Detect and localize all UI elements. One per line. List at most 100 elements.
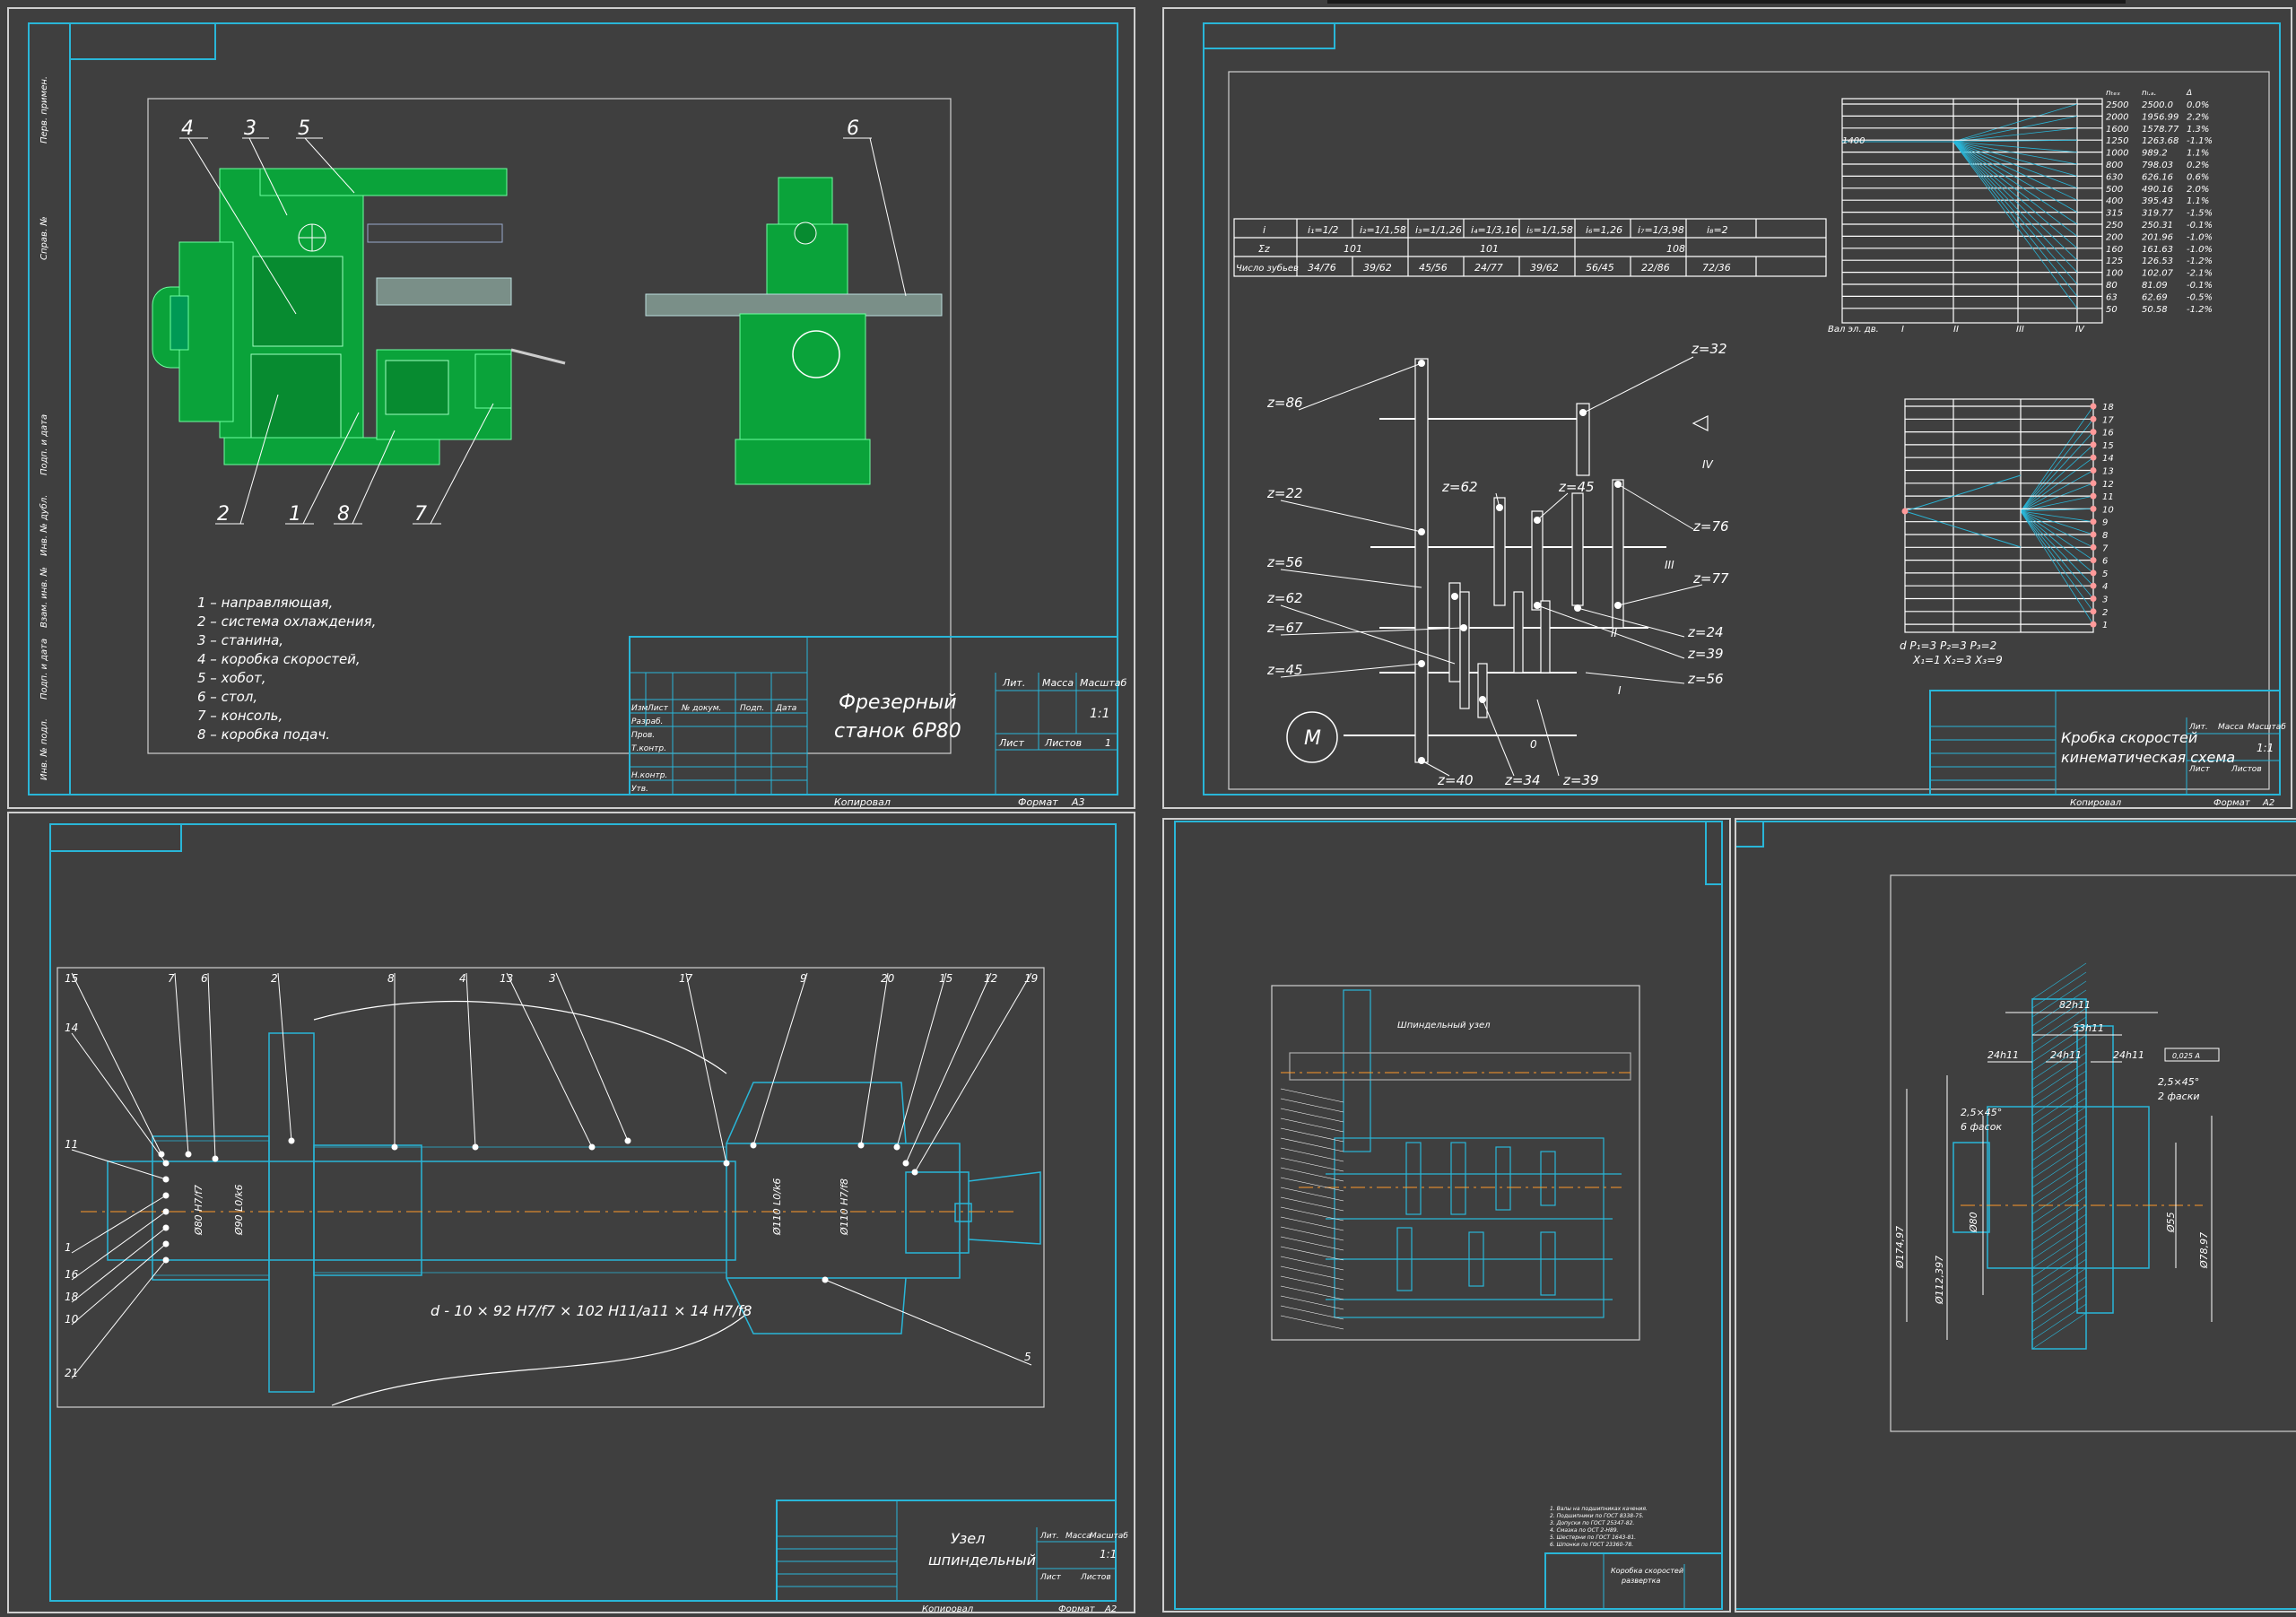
machine-side-view [645, 177, 943, 485]
structure-point [2090, 621, 2097, 628]
sheet1-drawing: Перв. примен. Справ. № Подп. и дата Инв.… [28, 22, 1126, 807]
speed-table-cell: 2.2% [2187, 112, 2209, 122]
structure-number: 16 [2102, 429, 2114, 439]
speed-table-cell: 630 [2106, 172, 2123, 182]
fit-formula: d - 10 × 92 H7/f7 × 102 H11/a11 × 14 H7/… [430, 1302, 752, 1319]
table-cell: 39/62 [1363, 262, 1392, 274]
dim-label: 82h11 [2059, 999, 2091, 1011]
callout-point [588, 1143, 596, 1151]
tb-scale: 1:1 [2257, 742, 2274, 754]
speed-table-cell: 160 [2106, 245, 2123, 255]
gear-label: z=62 [1266, 590, 1303, 606]
tb-scale: 1:1 [1100, 1548, 1117, 1560]
scheme-points [1418, 360, 1622, 764]
structure-number: 18 [2102, 403, 2114, 413]
sheet-milling-machine[interactable]: Перв. примен. Справ. № Подп. и дата Инв.… [7, 7, 1135, 809]
structure-ray [2020, 405, 2094, 512]
graph-ray [1952, 141, 2078, 249]
gear-label: z=77 [1692, 570, 1729, 587]
side-labels: Перв. примен. Справ. № Подп. и дата Инв.… [39, 76, 49, 780]
sheet-gear-part[interactable]: 82h11 53h11 24h11 24h11 24h11 2,5×45° 6 … [1735, 818, 2296, 1613]
table-cell: i [1263, 224, 1265, 236]
callout-point [162, 1256, 170, 1264]
dim-label: 2 фаски [2158, 1091, 2199, 1102]
hatch-line [2031, 1178, 2087, 1215]
structure-point [2090, 569, 2097, 577]
callout-point [212, 1155, 219, 1162]
formula: d P₁=3 P₂=3 P₃=2 [1900, 639, 1996, 652]
note: 5. Шестерни по ГОСТ 1643-81. [1550, 1534, 1636, 1541]
graph-shaft-label: Вал эл. дв. [1828, 325, 1879, 335]
hatch-line [2031, 1222, 2087, 1260]
structure-point [2090, 608, 2097, 615]
speed-table-cell: 250.31 [2142, 221, 2173, 230]
speed-table-cell: -1.1% [2187, 136, 2213, 146]
side-label: Справ. № [39, 216, 49, 260]
speed-table-cell: 395.43 [2142, 196, 2173, 206]
structure-point [2090, 505, 2097, 512]
shaft-label: 0 [1530, 738, 1537, 751]
speed-table-cell: 800 [2106, 161, 2123, 170]
table-cell: Число зубьев [1236, 263, 1299, 274]
sheet4-title: развертка [1621, 1577, 1660, 1585]
callout-line [824, 1279, 1032, 1366]
graph-ray [1952, 141, 2078, 285]
structure-number: 5 [2102, 569, 2108, 579]
table-cell: 34/76 [1308, 262, 1336, 274]
speed-table-cell: 2500 [2106, 100, 2128, 110]
shaft-label: I [1618, 684, 1622, 697]
sheet4-drawing: Шпиндельный узел 1. Валы на подшипниках … [1174, 821, 1723, 1610]
hatch-line [2031, 1204, 2087, 1242]
hatch-line [2031, 1079, 2087, 1117]
speed-table-cell: 200 [2106, 232, 2123, 242]
hatch-line [2031, 962, 2087, 1000]
structure-number: 14 [2102, 454, 2114, 464]
dim-label: Ø110 L0/k6 [771, 1178, 783, 1236]
structure-point [2090, 467, 2097, 474]
hatch-line [2031, 1169, 2087, 1206]
speed-table-cell: -0.1% [2187, 281, 2213, 291]
structure-number: 11 [2102, 492, 2114, 502]
graph-ray [1952, 103, 2078, 143]
hatch-line [2031, 1195, 2087, 1233]
sheet-spindle-unit[interactable]: d - 10 × 92 H7/f7 × 102 H11/a11 × 14 H7/… [7, 812, 1135, 1613]
speed-table-cell: 201.96 [2142, 232, 2173, 242]
hatch-line [2031, 1312, 2087, 1350]
speed-table-cell: -1.2% [2187, 256, 2213, 266]
callout-point [391, 1143, 398, 1151]
sheet-gearbox-development[interactable]: Шпиндельный узел 1. Валы на подшипниках … [1162, 818, 1731, 1613]
gear-label: z=39 [1687, 646, 1724, 662]
speed-table-cell: 319.77 [2142, 209, 2174, 219]
tb-sheets: Листов [1044, 737, 1082, 749]
speed-table-header: Δ [2186, 89, 2192, 98]
legend-item: 8 – коробка подач. [197, 726, 330, 743]
callout-point [288, 1137, 295, 1144]
speed-table-cell: 626.16 [2142, 172, 2173, 182]
tb-header: Масштаб [1090, 1532, 1128, 1541]
note: 6. Шпонки по ГОСТ 23360-78. [1550, 1542, 1633, 1548]
table-cell: 56/45 [1586, 262, 1614, 274]
tb-header: Лит. [1039, 1532, 1059, 1541]
speed-table-cell: 81.09 [2142, 281, 2168, 291]
callout-point [893, 1143, 900, 1151]
callout-point [162, 1176, 170, 1183]
gear-label: z=45 [1266, 662, 1303, 678]
graph-ray [1952, 116, 2078, 143]
structure-number: 6 [2102, 557, 2108, 567]
gear-label: z=39 [1562, 772, 1599, 788]
side-label: Подп. и дата [39, 414, 49, 475]
structure-number: 10 [2102, 505, 2114, 515]
callout: 6 [847, 117, 859, 140]
speed-table-cell: 50 [2106, 305, 2118, 315]
speed-table-cell: 0.0% [2187, 100, 2209, 110]
table-cell: 45/56 [1419, 262, 1448, 274]
table-cell: 101 [1480, 243, 1499, 255]
sheet1-title: станок 6Р80 [834, 720, 961, 743]
sheet-kinematic-scheme[interactable]: i i₁=1/2 i₂=1/1,58 i₃=1/1,26 i₄=1/3,16 i… [1162, 7, 2292, 809]
graph-shaft: II [1953, 325, 1959, 335]
callout-point [902, 1160, 909, 1167]
speed-table-cell: 0.2% [2187, 161, 2209, 170]
sheet2-title: Кробка скоростей [2061, 729, 2197, 746]
dim-label: 24h11 [2113, 1049, 2144, 1061]
hatch-line [2031, 1240, 2087, 1278]
